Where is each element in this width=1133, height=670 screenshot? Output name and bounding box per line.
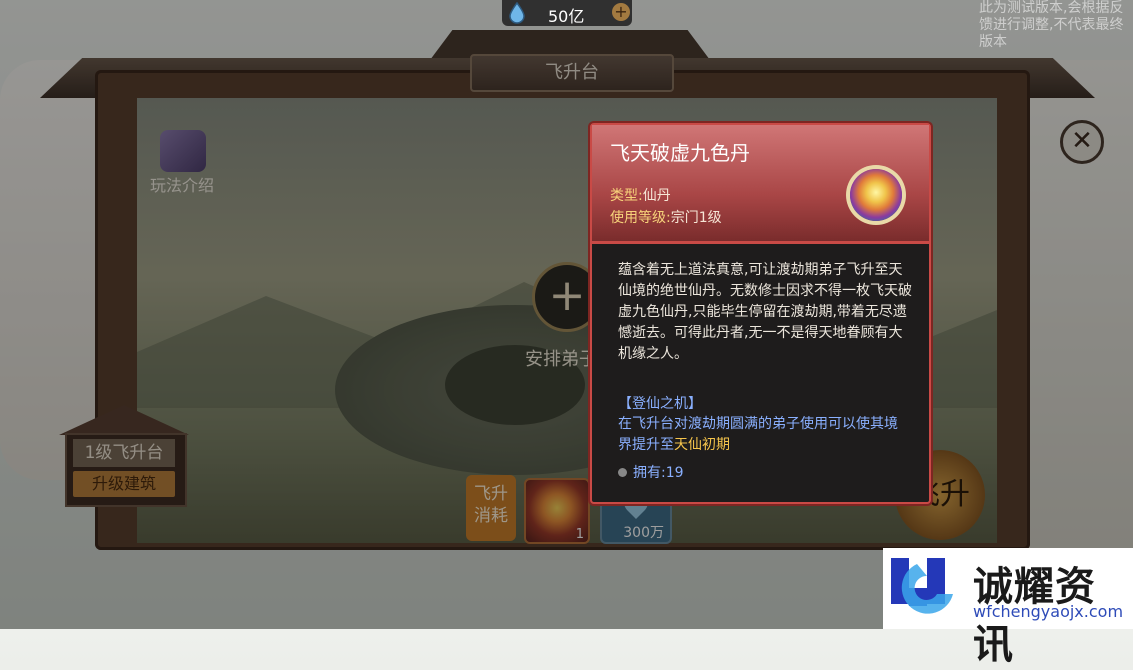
owned-dot-icon	[618, 468, 627, 477]
plus-icon[interactable]: +	[612, 3, 630, 21]
watermark-url: wfchengyaojx.com	[973, 602, 1124, 621]
item-type-key: 类型:	[610, 188, 643, 204]
owned-count: 拥有:19	[618, 462, 684, 482]
item-level-key: 使用等级:	[610, 210, 671, 226]
effect-section-title: 【登仙之机】	[618, 396, 702, 412]
item-name: 飞天破虚九色丹	[610, 141, 750, 165]
item-type: 类型:仙丹	[610, 185, 671, 205]
item-tooltip: 飞天破虚九色丹 类型:仙丹 使用等级:宗门1级 蕴含着无上道法真意,可让渡劫期弟…	[590, 123, 931, 504]
item-level-value: 宗门1级	[670, 210, 722, 226]
water-drop-icon	[508, 1, 526, 24]
currency-value: 50亿	[548, 7, 585, 26]
effect-section-text: 在飞升台对渡劫期圆满的弟子使用可以使其境界提升至天仙初期	[618, 414, 908, 456]
effect-text: 在飞升台对渡劫期圆满的弟子使用可以使其境界提升至	[618, 416, 898, 453]
pill-icon	[850, 169, 902, 221]
effect-highlight: 天仙初期	[674, 437, 730, 453]
item-type-value: 仙丹	[642, 188, 671, 204]
modal-dim-overlay[interactable]	[0, 0, 1133, 629]
watermark: 诚耀资讯 wfchengyaojx.com	[883, 548, 1133, 668]
tooltip-divider	[592, 241, 929, 244]
owned-label: 拥有:	[633, 465, 666, 481]
item-description: 蕴含着无上道法真意,可让渡劫期弟子飞升至天仙境的绝世仙丹。无数修士因求不得一枚飞…	[618, 262, 912, 362]
watermark-logo-icon	[887, 554, 957, 622]
item-level: 使用等级:宗门1级	[610, 207, 722, 227]
currency-bar: 50亿 +	[502, 0, 632, 26]
owned-value: 19	[665, 465, 684, 481]
test-version-notice: 此为测试版本,会根据反馈进行调整,不代表最终版本	[979, 0, 1124, 50]
